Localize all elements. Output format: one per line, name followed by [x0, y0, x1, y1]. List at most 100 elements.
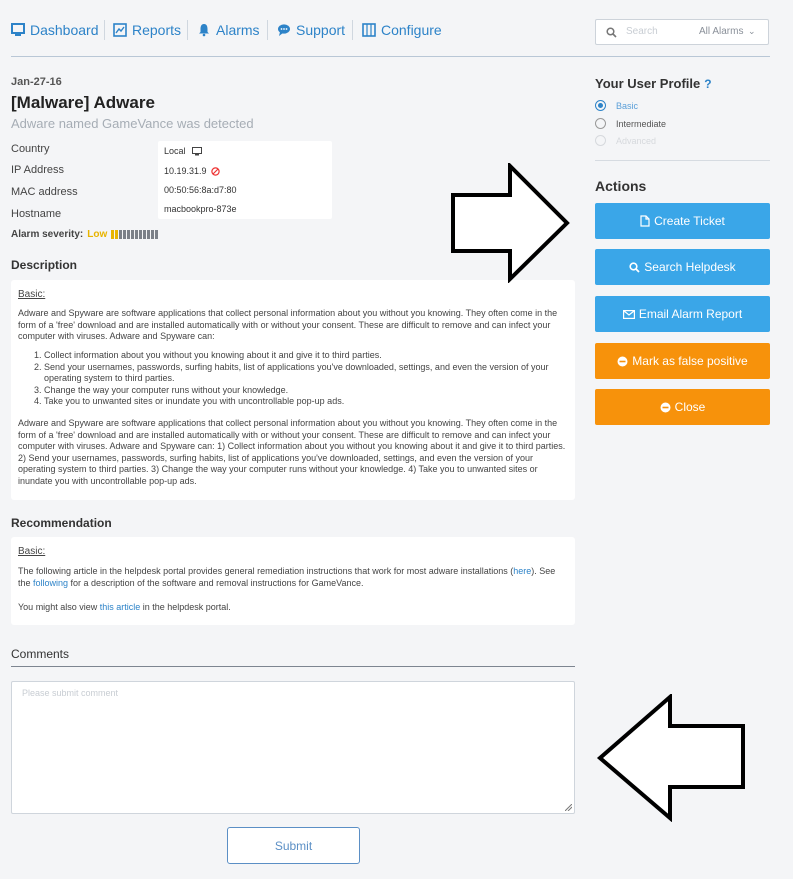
- profile-option-label: Basic: [616, 100, 639, 111]
- here-link[interactable]: here: [513, 566, 531, 576]
- bell-icon: [199, 24, 209, 37]
- severity-bar: [135, 230, 139, 239]
- profile-option-label: Intermediate: [616, 118, 667, 129]
- envelope-icon: [622, 309, 635, 319]
- mark-false-positive-button[interactable]: Mark as false positive: [595, 343, 770, 379]
- help-icon[interactable]: ?: [704, 77, 711, 91]
- nav-reports-label: Reports: [132, 22, 182, 38]
- search-helpdesk-label: Search Helpdesk: [644, 260, 736, 274]
- alarm-severity: Alarm severity: Low: [11, 229, 159, 240]
- search-box[interactable]: Search All Alarms ⌄: [595, 19, 769, 45]
- nav-support[interactable]: Support: [277, 20, 345, 40]
- alarm-filter-select[interactable]: All Alarms: [699, 26, 743, 37]
- submit-button[interactable]: Submit: [227, 827, 360, 864]
- profile-option-label: Advanced: [616, 135, 657, 146]
- monitor-icon: [11, 23, 25, 36]
- alarm-date: Jan-27-16: [11, 76, 62, 88]
- top-nav: Dashboard Reports Alarms Support Configu…: [0, 0, 793, 58]
- close-button[interactable]: Close: [595, 389, 770, 425]
- alarm-subtitle: Adware named GameVance was detected: [11, 116, 254, 131]
- list-item: Change the way your computer runs withou…: [44, 385, 566, 397]
- severity-bar: [143, 230, 147, 239]
- recommendation-text-part: for a description of the software and re…: [68, 577, 364, 588]
- hostname-value: macbookpro-873e: [164, 204, 237, 214]
- nav-support-label: Support: [296, 22, 346, 38]
- description-list: Collect information about you without yo…: [18, 350, 566, 408]
- mark-false-positive-label: Mark as false positive: [632, 354, 748, 368]
- right-arrow-icon: [451, 163, 570, 283]
- nav-divider: [352, 20, 353, 40]
- blocked-icon[interactable]: [210, 166, 220, 176]
- list-item: Take you to unwanted sites or inundate y…: [44, 396, 566, 408]
- create-ticket-label: Create Ticket: [654, 214, 725, 228]
- severity-label: Alarm severity:: [11, 229, 84, 240]
- radio-disabled-icon: [595, 135, 606, 146]
- search-input[interactable]: Search: [626, 26, 658, 37]
- nav-alarms[interactable]: Alarms: [197, 20, 260, 40]
- grid-icon: [362, 23, 376, 37]
- recommendation-text-2: You might also view this article in the …: [18, 602, 566, 614]
- ip-address-text: 10.19.31.9: [164, 166, 207, 176]
- recommendation-text: The following article in the helpdesk po…: [18, 566, 566, 589]
- severity-bar: [119, 230, 123, 239]
- country-label: Country: [11, 143, 50, 155]
- country-text: Local: [164, 146, 186, 156]
- minus-circle-icon: [660, 402, 671, 412]
- comment-placeholder: Please submit comment: [22, 688, 119, 698]
- recommendation-panel: Basic: The following article in the help…: [11, 537, 575, 625]
- create-ticket-button[interactable]: Create Ticket: [595, 203, 770, 239]
- nav-dashboard[interactable]: Dashboard: [11, 20, 99, 40]
- severity-bar: [147, 230, 151, 239]
- actions-title: Actions: [595, 178, 647, 194]
- radio-icon: [595, 118, 606, 129]
- recommendation-text-part: The following article in the helpdesk po…: [18, 566, 514, 576]
- user-profile-title-text: Your User Profile: [595, 76, 701, 91]
- severity-bar: [123, 230, 127, 239]
- description-intro: Adware and Spyware are software applicat…: [18, 308, 558, 342]
- recommendation-text-part: in the helpdesk portal.: [140, 602, 231, 612]
- alarm-title: [Malware] Adware: [11, 93, 155, 112]
- list-item: Send your usernames, passwords, surfing …: [44, 362, 566, 385]
- comments-divider: [11, 666, 575, 667]
- nav-configure-label: Configure: [381, 22, 442, 38]
- nav-divider-line: [11, 56, 770, 57]
- email-alarm-report-button[interactable]: Email Alarm Report: [595, 296, 770, 332]
- email-alarm-report-label: Email Alarm Report: [638, 307, 743, 321]
- chart-icon: [113, 23, 127, 37]
- nav-reports[interactable]: Reports: [113, 20, 181, 40]
- file-icon: [640, 215, 650, 227]
- severity-bar: [127, 230, 131, 239]
- nav-divider: [187, 20, 188, 40]
- recommendation-heading: Recommendation: [11, 516, 112, 530]
- nav-divider: [267, 20, 268, 40]
- profile-option-intermediate[interactable]: Intermediate: [595, 118, 666, 129]
- mac-address-label: MAC address: [11, 186, 78, 198]
- chevron-down-icon: ⌄: [748, 26, 756, 36]
- ip-address-value: 10.19.31.9: [164, 166, 220, 176]
- nav-divider: [104, 20, 105, 40]
- resize-handle-icon[interactable]: [565, 804, 572, 811]
- following-link[interactable]: following: [33, 578, 68, 588]
- severity-bar: [155, 230, 159, 239]
- monitor-icon: [191, 146, 202, 155]
- nav-configure[interactable]: Configure: [362, 20, 442, 40]
- description-panel: Basic: Adware and Spyware are software a…: [11, 280, 575, 500]
- left-arrow-icon: [596, 694, 745, 822]
- mac-address-value: 00:50:56:8a:d7:80: [164, 185, 237, 195]
- description-basic-label: Basic:: [18, 289, 46, 300]
- search-icon: [629, 261, 640, 273]
- severity-value: Low: [87, 229, 108, 240]
- nav-alarms-label: Alarms: [216, 22, 260, 38]
- profile-option-basic[interactable]: Basic: [595, 100, 638, 111]
- radio-selected-icon: [595, 100, 606, 111]
- recommendation-basic-label: Basic:: [18, 546, 46, 557]
- close-label: Close: [674, 400, 706, 414]
- comment-textarea[interactable]: Please submit comment: [11, 681, 575, 814]
- search-helpdesk-button[interactable]: Search Helpdesk: [595, 249, 770, 285]
- description-outro: Adware and Spyware are software applicat…: [18, 418, 566, 486]
- this-article-link[interactable]: this article: [100, 602, 141, 612]
- minus-circle-icon: [617, 356, 628, 366]
- severity-bar: [131, 230, 135, 239]
- severity-meter: [111, 230, 159, 239]
- severity-bar: [139, 230, 143, 239]
